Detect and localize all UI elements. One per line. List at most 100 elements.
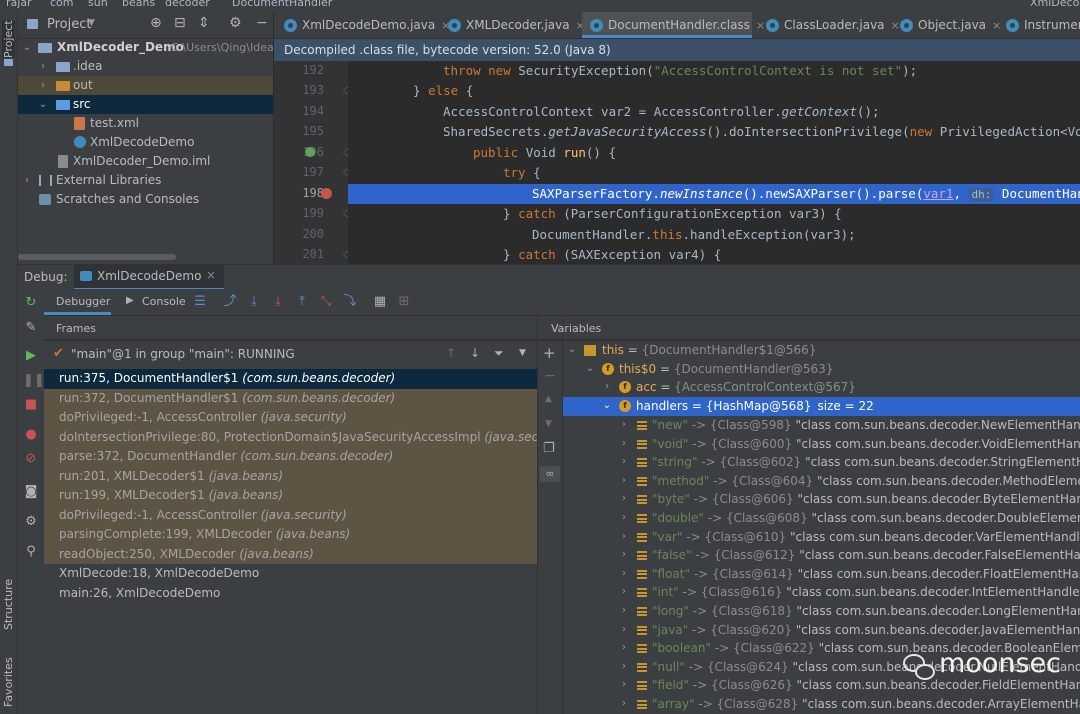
map-entry-row[interactable]: › "method" -> {Class@604} "class com.sun.… [563,472,1080,491]
breadcrumb-item[interactable]: DocumentHandler [232,0,332,9]
chevron-right-icon[interactable]: › [619,639,629,658]
tree-item-test-xml[interactable]: test.xml [18,114,273,133]
map-entry-row[interactable]: › "float" -> {Class@614} "class com.sun.b… [563,565,1080,584]
stop-icon[interactable]: ■ [23,397,39,413]
frames-layout-icon[interactable]: ☰ [192,294,208,310]
chevron-down-icon[interactable]: ⌄ [38,95,48,114]
run-config-label[interactable]: XmlDecod [1030,0,1080,9]
tab-classloader-java[interactable]: ClassLoader.java × [766,12,900,38]
close-icon[interactable]: × [992,19,1001,32]
breadcrumb-item[interactable]: sun [88,0,108,9]
variable-row[interactable]: › f acc = {AccessControlContext@567} [563,378,1080,397]
chevron-right-icon[interactable]: › [619,490,629,509]
tab-object-java[interactable]: Object.java × [900,12,1001,38]
chevron-right-icon[interactable]: › [619,565,629,584]
wrench-icon[interactable]: ✎ [23,320,39,336]
map-entry-row[interactable]: › "byte" -> {Class@606} "class com.sun.be… [563,490,1080,509]
map-entry-row[interactable]: › "int" -> {Class@616} "class com.sun.bea… [563,583,1080,602]
step-over-icon[interactable]: ⤓ [246,294,262,310]
mute-breakpoints-icon[interactable]: ⊘ [23,451,39,467]
run-to-cursor-icon[interactable]: ⤵ [342,294,358,310]
variable-row-selected[interactable]: ⌄ f handlers = {HashMap@568} size = 22 [563,397,1080,416]
override-marker-icon[interactable] [305,147,315,157]
tab-xmldecodedemo-java[interactable]: XmlDecodeDemo.java × [284,12,450,38]
code-editor[interactable]: throw new SecurityException("AccessContr… [348,61,1080,264]
tab-documenthandler-class[interactable]: DocumentHandler.class × [582,12,765,38]
tree-item-xmldecodedemo[interactable]: XmlDecodeDemo [18,133,273,152]
close-icon[interactable]: × [891,19,900,32]
tree-item-out[interactable]: › out [18,76,273,95]
tab-console[interactable]: Console [142,295,186,308]
chevron-right-icon[interactable]: › [619,602,629,621]
move-up-icon[interactable]: ▲ [545,394,552,404]
remove-icon[interactable]: − [544,368,556,384]
pause-icon[interactable]: ❚❚ [23,373,45,389]
drop-frame-icon[interactable]: ⤡ [318,294,334,310]
breadcrumb-item[interactable]: com [50,0,74,9]
horizontal-scrollbar[interactable] [18,254,176,260]
tab-instrumen[interactable]: Instrumen [1006,12,1080,38]
copy-icon[interactable]: ❐ [543,441,555,456]
favorites-tool-tab[interactable]: Favorites [2,657,15,707]
tree-item-iml[interactable]: XmlDecoder_Demo.iml [18,152,273,171]
breakpoint-icon[interactable] [321,188,332,199]
map-entry-row[interactable]: › "void" -> {Class@600} "class com.sun.be… [563,435,1080,454]
frame-row[interactable]: run:199, XMLDecoder$1 (java.beans) [44,486,537,506]
collapse-all-icon[interactable]: ⊟ [174,15,186,31]
chevron-down-icon[interactable]: ⌄ [585,360,595,379]
tree-item-src[interactable]: ⌄ src [18,95,273,114]
chevron-right-icon[interactable]: › [619,509,629,528]
tree-item-project-root[interactable]: ⌄ XmlDecoder_Demo C:\Users\Qing\Idea [18,38,274,57]
step-out-icon[interactable]: ⤒ [294,294,310,310]
evaluate-expression-icon[interactable]: ▦ [372,294,388,310]
chevron-down-icon[interactable]: ⌄ [567,341,577,360]
chevron-right-icon[interactable]: › [38,57,48,76]
frame-row[interactable]: run:201, XMLDecoder$1 (java.beans) [44,466,537,486]
project-tool-tab[interactable]: Project [2,20,15,58]
chevron-right-icon[interactable]: › [619,416,629,435]
frame-row[interactable]: parse:372, DocumentHandler (com.sun.bean… [44,447,537,467]
gear-icon[interactable]: ⚙ [23,514,39,530]
chevron-right-icon[interactable]: › [619,695,629,714]
map-entry-row[interactable]: › "string" -> {Class@602} "class com.sun.… [563,453,1080,472]
add-watch-icon[interactable]: + [543,344,556,362]
frame-row[interactable]: doIntersectionPrivilege:80, ProtectionDo… [44,427,537,447]
gear-icon[interactable]: ⚙ [229,15,242,31]
chevron-down-icon[interactable]: ⌄ [602,397,612,416]
frame-row[interactable]: doPrivileged:-1, AccessController (java.… [44,408,537,428]
close-icon[interactable]: × [206,268,216,282]
arrow-up-icon[interactable]: ↑ [446,346,456,360]
debug-session-tab[interactable]: XmlDecodeDemo × [74,265,224,290]
filter-icon[interactable]: ⏷ [494,346,504,361]
frame-row[interactable]: run:372, DocumentHandler$1 (com.sun.bean… [44,388,537,408]
map-entry-row[interactable]: › "array" -> {Class@628} "class com.sun.b… [563,695,1080,714]
chevron-down-icon[interactable]: ▼ [88,18,95,28]
resume-icon[interactable]: ▶ [23,348,39,364]
breadcrumb-item[interactable]: beans [122,0,155,9]
tree-item-external-libraries[interactable]: › External Libraries [18,171,273,190]
thread-selector[interactable]: ✔ "main"@1 in group "main": RUNNING ↑ ↓ … [44,344,537,366]
arrow-down-icon[interactable]: ↓ [470,346,480,360]
glasses-icon[interactable]: ∞ [540,466,560,482]
project-view-title[interactable]: Project [47,17,91,32]
pin-icon[interactable]: ⚲ [23,544,39,560]
frame-row[interactable]: XmlDecode:18, XmlDecodeDemo [44,564,537,584]
breadcrumb-item[interactable]: rajar [6,0,32,9]
tree-item-idea[interactable]: › .idea [18,57,273,76]
chevron-down-icon[interactable]: ⌄ [22,38,32,57]
move-down-icon[interactable]: ▼ [545,419,552,429]
camera-icon[interactable]: ◙ [23,484,39,500]
chevron-right-icon[interactable]: › [619,583,629,602]
map-entry-row[interactable]: › "var" -> {Class@610} "class com.sun.bea… [563,528,1080,547]
chevron-right-icon[interactable]: › [619,453,629,472]
tab-xmldecoder-java[interactable]: XMLDecoder.java × [448,12,585,38]
chevron-right-icon[interactable]: › [619,676,629,695]
frame-row[interactable]: readObject:250, XMLDecoder (java.beans) [44,544,537,564]
chevron-right-icon[interactable]: › [619,472,629,491]
variable-row[interactable]: ⌄ f this$0 = {DocumentHandler@563} [563,360,1080,379]
show-execution-point-icon[interactable]: ⤴ [222,294,238,310]
trace-icon[interactable]: ⊞ [396,294,412,310]
chevron-down-icon[interactable]: ▼ [519,348,526,358]
locate-icon[interactable]: ⊕ [150,15,162,31]
frame-row[interactable]: run:375, DocumentHandler$1 (com.sun.bean… [44,369,537,389]
